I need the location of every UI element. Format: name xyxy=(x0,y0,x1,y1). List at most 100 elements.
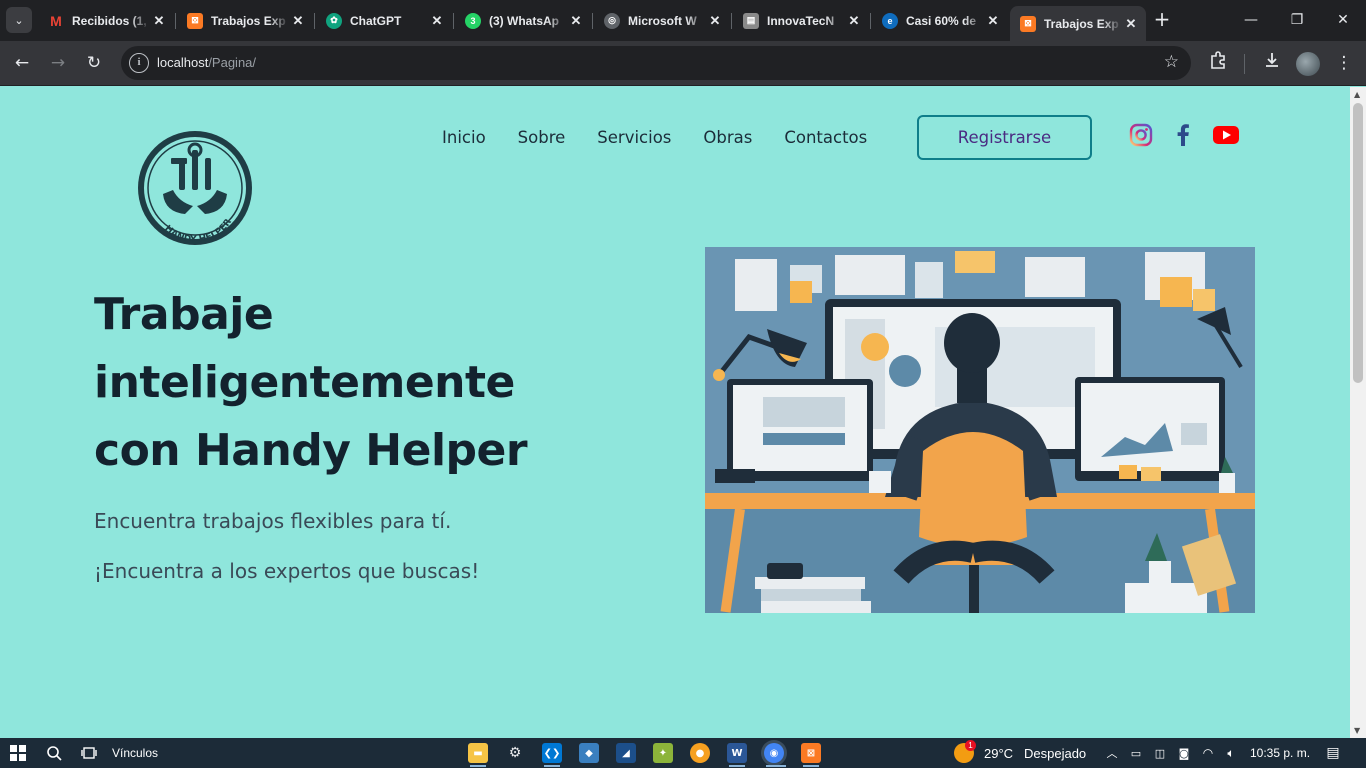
tab-title: Trabajos Exp xyxy=(211,13,286,28)
weather-status[interactable]: Despejado xyxy=(1024,746,1086,761)
toolbar-divider xyxy=(1244,54,1245,74)
whatsapp-icon: 3 xyxy=(465,12,481,29)
hero-title-line: con Handy Helper xyxy=(94,425,528,476)
tab-chatgpt[interactable]: ✿ ChatGPT ✕ xyxy=(316,6,452,35)
tab-search-button[interactable]: ⌄ xyxy=(6,7,32,33)
nav-sobre[interactable]: Sobre xyxy=(518,128,566,147)
volume-icon[interactable]: 🔈︎ xyxy=(1221,743,1241,763)
brave-browser-icon[interactable]: ● xyxy=(690,743,710,763)
tab-title: Casi 60% de xyxy=(906,13,977,28)
instagram-icon[interactable] xyxy=(1128,122,1154,148)
close-tab-icon[interactable]: ✕ xyxy=(289,13,307,29)
word-icon[interactable]: W xyxy=(727,743,747,763)
xampp-icon: ⊠ xyxy=(1020,15,1036,32)
search-icon[interactable] xyxy=(44,743,64,763)
hero-title: Trabaje inteligentemente con Handy Helpe… xyxy=(94,281,654,485)
file-explorer-icon[interactable]: ▬ xyxy=(468,743,488,763)
tab-divider xyxy=(314,13,315,29)
tab-innovatec[interactable]: ▤ InnovaTecN ✕ xyxy=(733,6,869,35)
nav-obras[interactable]: Obras xyxy=(703,128,752,147)
close-tab-icon[interactable]: ✕ xyxy=(428,13,446,29)
tab-divider xyxy=(175,13,176,29)
youtube-icon[interactable] xyxy=(1212,122,1240,148)
close-tab-icon[interactable]: ✕ xyxy=(984,13,1002,29)
windows-taskbar: Vínculos ▬ ⚙ ❮❯ ◆ ◢ ✦ ● W ◉ ⊠ 1 29°C Des… xyxy=(0,738,1366,768)
close-tab-icon[interactable]: ✕ xyxy=(845,13,863,29)
scroll-down-arrow-icon[interactable]: ▼ xyxy=(1354,726,1360,735)
web-page: HANDY HELPER Inicio Sobre Servicios Obra… xyxy=(0,87,1350,738)
back-button[interactable]: ← xyxy=(10,51,34,75)
forward-button[interactable]: → xyxy=(46,51,70,75)
tab-title: InnovaTecN xyxy=(767,13,835,28)
chrome-icon[interactable]: ◉ xyxy=(764,743,784,763)
xampp-icon[interactable]: ⊠ xyxy=(801,743,821,763)
tab-gmail[interactable]: M Recibidos (1, ✕ xyxy=(38,6,174,35)
bookmark-star-icon[interactable]: ☆ xyxy=(1164,52,1179,72)
settings-gear-icon[interactable]: ⚙ xyxy=(505,743,525,763)
hero-subtitle-1: Encuentra trabajos flexibles para tí. xyxy=(94,509,452,533)
tab-whatsapp[interactable]: 3 (3) WhatsAp ✕ xyxy=(455,6,591,35)
extensions-icon[interactable] xyxy=(1206,51,1230,75)
close-window-button[interactable]: ✕ xyxy=(1331,8,1355,32)
register-button[interactable]: Registrarse xyxy=(917,115,1092,160)
tab-microsoft[interactable]: ◎ Microsoft W ✕ xyxy=(594,6,730,35)
app-running-indicator xyxy=(766,765,786,767)
nav-servicios[interactable]: Servicios xyxy=(597,128,671,147)
app-running-indicator xyxy=(544,765,560,767)
vscode-icon[interactable]: ❮❯ xyxy=(542,743,562,763)
show-hidden-icons-icon[interactable]: ︿ xyxy=(1102,743,1122,763)
taskbar-links-label[interactable]: Vínculos xyxy=(112,746,158,760)
tab-divider xyxy=(592,13,593,29)
tab-trabajos[interactable]: ⊠ Trabajos Exp ✕ xyxy=(177,6,313,35)
windows-start-icon[interactable] xyxy=(10,745,26,761)
close-tab-icon[interactable]: ✕ xyxy=(150,13,168,29)
site-info-icon[interactable]: i xyxy=(129,53,149,73)
gmail-icon: M xyxy=(50,12,62,29)
app-running-indicator xyxy=(803,765,819,767)
chatgpt-icon: ✿ xyxy=(326,12,342,29)
cube-app-icon[interactable]: ◆ xyxy=(579,743,599,763)
tab-title: Microsoft W xyxy=(628,13,697,28)
address-bar[interactable]: i localhost/Pagina/ ☆ xyxy=(121,46,1191,80)
app-running-indicator xyxy=(729,765,745,767)
taskbar-clock[interactable]: 10:35 p. m. xyxy=(1250,746,1310,760)
nav-inicio[interactable]: Inicio xyxy=(442,128,486,147)
battery-icon[interactable]: ▭ xyxy=(1126,743,1146,763)
page-scrollbar[interactable]: ▲ ▼ xyxy=(1350,87,1366,738)
notifications-icon[interactable]: ▤ xyxy=(1323,743,1343,763)
tab-trabajos-active[interactable]: ⊠ Trabajos Exp ✕ xyxy=(1010,6,1146,41)
hero-title-line: Trabaje xyxy=(94,289,274,340)
new-tab-button[interactable]: + xyxy=(1151,8,1173,30)
globe-icon: ◎ xyxy=(604,12,620,29)
xampp-icon: ⊠ xyxy=(187,12,203,29)
hero-subtitle-2: ¡Encuentra a los expertos que buscas! xyxy=(94,559,480,583)
close-tab-icon[interactable]: ✕ xyxy=(1122,16,1140,32)
tab-divider xyxy=(870,13,871,29)
url-text[interactable]: localhost/Pagina/ xyxy=(157,55,256,70)
download-icon[interactable] xyxy=(1260,51,1284,75)
facebook-icon[interactable] xyxy=(1170,122,1196,148)
database-app-icon[interactable]: ◢ xyxy=(616,743,636,763)
tab-casi60[interactable]: e Casi 60% de ✕ xyxy=(872,6,1008,35)
restore-button[interactable]: ❐ xyxy=(1285,8,1309,32)
task-view-icon[interactable] xyxy=(79,743,99,763)
tray-app-icon[interactable]: ◫ xyxy=(1150,743,1170,763)
browser-toolbar: ← → ↻ i localhost/Pagina/ ☆ ⋮ xyxy=(0,41,1366,86)
minimize-button[interactable]: — xyxy=(1239,8,1263,32)
page-icon: ▤ xyxy=(743,12,759,29)
handy-helper-logo[interactable]: HANDY HELPER xyxy=(135,128,255,248)
nav-contactos[interactable]: Contactos xyxy=(784,128,867,147)
tab-title: ChatGPT xyxy=(350,13,402,28)
webcam-icon[interactable]: ◙ xyxy=(1174,743,1194,763)
scroll-up-arrow-icon[interactable]: ▲ xyxy=(1354,90,1360,99)
profile-avatar[interactable] xyxy=(1296,52,1320,76)
menu-kebab-icon[interactable]: ⋮ xyxy=(1332,51,1356,75)
weather-temp[interactable]: 29°C xyxy=(984,746,1013,761)
tab-divider xyxy=(731,13,732,29)
tools-app-icon[interactable]: ✦ xyxy=(653,743,673,763)
wifi-icon[interactable]: ◠ xyxy=(1198,743,1218,763)
close-tab-icon[interactable]: ✕ xyxy=(706,13,724,29)
reload-button[interactable]: ↻ xyxy=(82,51,106,75)
scroll-thumb[interactable] xyxy=(1353,103,1363,383)
close-tab-icon[interactable]: ✕ xyxy=(567,13,585,29)
